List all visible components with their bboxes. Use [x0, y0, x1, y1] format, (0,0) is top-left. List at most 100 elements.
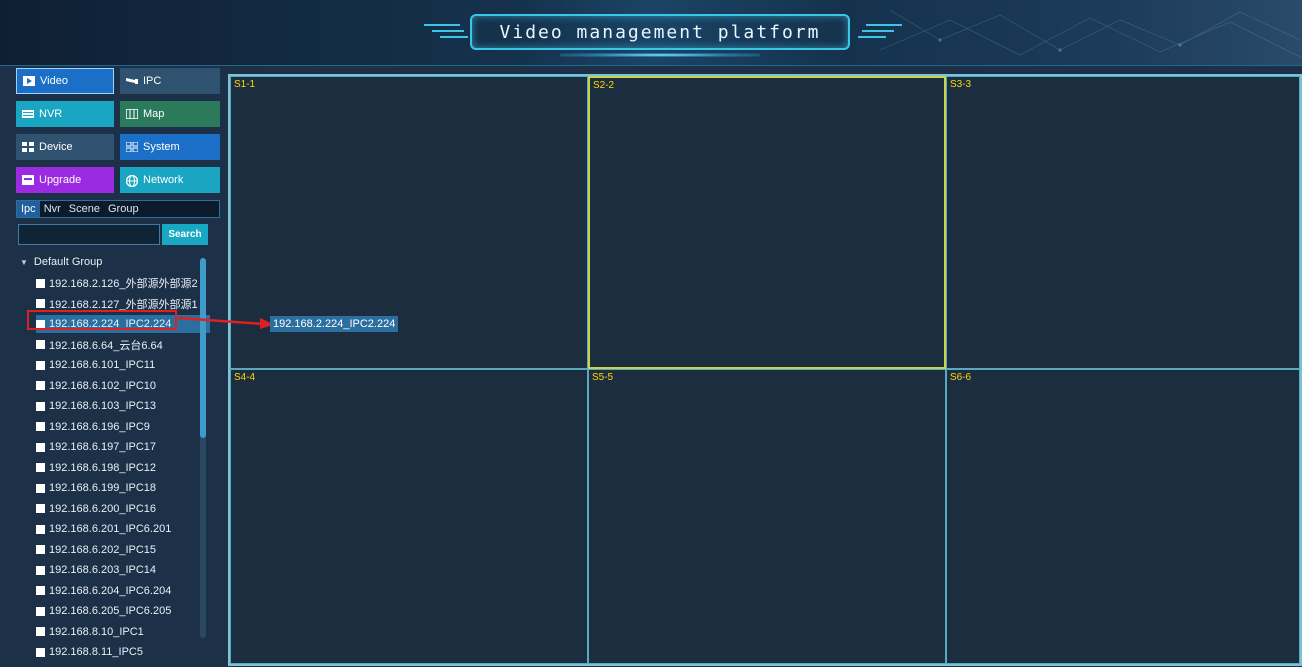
nav-button-device[interactable]: Device	[16, 134, 114, 160]
device-checkbox[interactable]	[36, 299, 45, 308]
nav-button-video[interactable]: Video	[16, 68, 114, 94]
upgrade-icon	[22, 175, 34, 185]
page-title: Video management platform	[499, 21, 821, 43]
device-list-item[interactable]: 192.168.8.10_IPC1	[36, 623, 144, 641]
device-list-item[interactable]: 192.168.2.126_外部源外部源2	[36, 274, 198, 292]
caret-down-icon[interactable]: ▼	[20, 258, 28, 267]
device-label: 192.168.6.103_IPC13	[49, 400, 157, 412]
device-list-item[interactable]: 192.168.6.205_IPC6.205	[36, 602, 171, 620]
device-list-item[interactable]: 192.168.6.101_IPC11	[36, 356, 155, 374]
drag-device-label: 192.168.2.224_IPC2.224	[270, 316, 399, 332]
device-label: 192.168.6.198_IPC12	[49, 461, 157, 474]
device-checkbox[interactable]	[36, 422, 45, 431]
nvr-icon	[22, 109, 34, 119]
nav-button-nvr[interactable]: NVR	[16, 101, 114, 127]
device-list-item[interactable]: 192.168.6.203_IPC14	[36, 561, 156, 579]
group-label: Default Group	[33, 256, 103, 268]
hex-pattern-decoration	[880, 9, 1302, 59]
video-cell-s2-2[interactable]: S2-2	[588, 76, 946, 369]
header-banner: Video management platform	[0, 0, 1302, 66]
nav-button-ipc[interactable]: IPC	[120, 68, 220, 94]
cell-label: S1-1	[234, 79, 256, 90]
device-label: 192.168.6.64_云台6.64	[49, 339, 163, 352]
device-list-item[interactable]: 192.168.6.102_IPC10	[36, 377, 156, 395]
device-label: 192.168.6.197_IPC17	[49, 441, 157, 453]
tab-ipc[interactable]: Ipc	[17, 201, 40, 217]
cell-label: S6-6	[950, 372, 972, 383]
nav-label: Network	[143, 174, 184, 186]
device-label: 192.168.6.203_IPC14	[49, 564, 157, 576]
tree-group-default[interactable]: ▼ Default Group	[20, 254, 102, 270]
device-checkbox[interactable]	[36, 401, 45, 411]
video-cell-s3-3[interactable]: S3-3	[946, 76, 1300, 369]
system-icon	[125, 141, 139, 153]
nav-label: Video	[40, 75, 68, 87]
device-checkbox[interactable]	[36, 340, 45, 349]
tab-group[interactable]: Group	[104, 201, 143, 217]
device-label: 192.168.6.199_IPC18	[49, 482, 157, 494]
cell-label: S2-2	[593, 80, 615, 91]
device-checkbox[interactable]	[36, 504, 45, 513]
device-checkbox[interactable]	[36, 647, 45, 657]
device-list-item[interactable]: 192.168.6.198_IPC12	[36, 459, 156, 477]
device-list-item[interactable]: 192.168.6.103_IPC13	[36, 397, 156, 415]
device-list-item[interactable]: 192.168.8.12_IPC2	[36, 664, 144, 667]
tree-scrollbar-thumb[interactable]	[200, 258, 206, 438]
device-checkbox[interactable]	[36, 483, 45, 493]
device-checkbox[interactable]	[36, 442, 45, 452]
nav-button-network[interactable]: Network	[120, 167, 220, 193]
nav-button-map[interactable]: Map	[120, 101, 220, 127]
nav-label: NVR	[39, 108, 63, 120]
camera-icon	[126, 76, 138, 86]
sidebar: Video IPC NVR Map Device System Upgrade Network…	[10, 66, 220, 667]
device-checkbox[interactable]	[36, 606, 45, 616]
device-checkbox[interactable]	[36, 586, 45, 595]
video-grid: S1-1 S2-2 S3-3 S4-4 S5-5 S6-6	[228, 74, 1302, 666]
device-label: 192.168.2.126_外部源外部源2	[49, 278, 198, 290]
device-checkbox[interactable]	[36, 524, 45, 534]
header-left-lines-decoration	[424, 24, 468, 38]
device-label: 192.168.6.202_IPC15	[49, 543, 157, 556]
nav-label: Upgrade	[39, 174, 82, 186]
search-button[interactable]: Search	[162, 224, 208, 245]
nav-button-upgrade[interactable]: Upgrade	[16, 167, 114, 193]
device-checkbox[interactable]	[36, 278, 45, 288]
cell-label: S4-4	[234, 372, 256, 383]
device-checkbox[interactable]	[36, 627, 45, 636]
device-label: 192.168.6.205_IPC6.205	[49, 605, 172, 617]
device-list-item[interactable]: 192.168.6.202_IPC15	[36, 541, 156, 559]
device-label: 192.168.6.204_IPC6.204	[49, 584, 172, 597]
annotation-highlight-box	[27, 310, 177, 330]
cell-label: S3-3	[950, 79, 972, 90]
video-cell-s6-6[interactable]: S6-6	[946, 369, 1300, 664]
nav-label: IPC	[143, 75, 162, 87]
tab-scene[interactable]: Scene	[65, 201, 104, 217]
device-label: 192.168.8.11_IPC5	[49, 646, 143, 658]
header-right-lines-decoration	[858, 24, 902, 38]
annotation-arrow-icon	[177, 316, 274, 329]
device-checkbox[interactable]	[36, 463, 45, 472]
device-checkbox[interactable]	[36, 565, 45, 575]
video-cell-s5-5[interactable]: S5-5	[588, 369, 946, 664]
device-list-item[interactable]: 192.168.6.201_IPC6.201	[36, 520, 171, 538]
video-cell-s4-4[interactable]: S4-4	[230, 369, 588, 664]
device-list-item[interactable]: 192.168.6.64_云台6.64	[36, 336, 163, 354]
tab-nvr[interactable]: Nvr	[40, 201, 65, 217]
device-list-item[interactable]: 192.168.6.196_IPC9	[36, 418, 150, 436]
nav-button-system[interactable]: System	[120, 134, 220, 160]
search-input[interactable]	[18, 224, 160, 245]
device-icon	[22, 142, 34, 152]
device-checkbox[interactable]	[36, 360, 45, 370]
device-list-item[interactable]: 192.168.6.197_IPC17	[36, 438, 156, 456]
device-type-tabs: Ipc Nvr Scene Group	[16, 200, 220, 218]
map-icon	[125, 108, 139, 120]
device-checkbox[interactable]	[36, 381, 45, 390]
device-checkbox[interactable]	[36, 545, 45, 554]
device-list-item[interactable]: 192.168.8.11_IPC5	[36, 643, 143, 661]
device-list-item[interactable]: 192.168.6.200_IPC16	[36, 500, 156, 518]
device-label: 192.168.6.101_IPC11	[49, 359, 156, 371]
device-list-item[interactable]: 192.168.6.199_IPC18	[36, 479, 156, 497]
device-label: 192.168.6.200_IPC16	[49, 502, 157, 515]
device-list-item[interactable]: 192.168.6.204_IPC6.204	[36, 582, 171, 600]
title-frame: Video management platform	[470, 14, 850, 50]
